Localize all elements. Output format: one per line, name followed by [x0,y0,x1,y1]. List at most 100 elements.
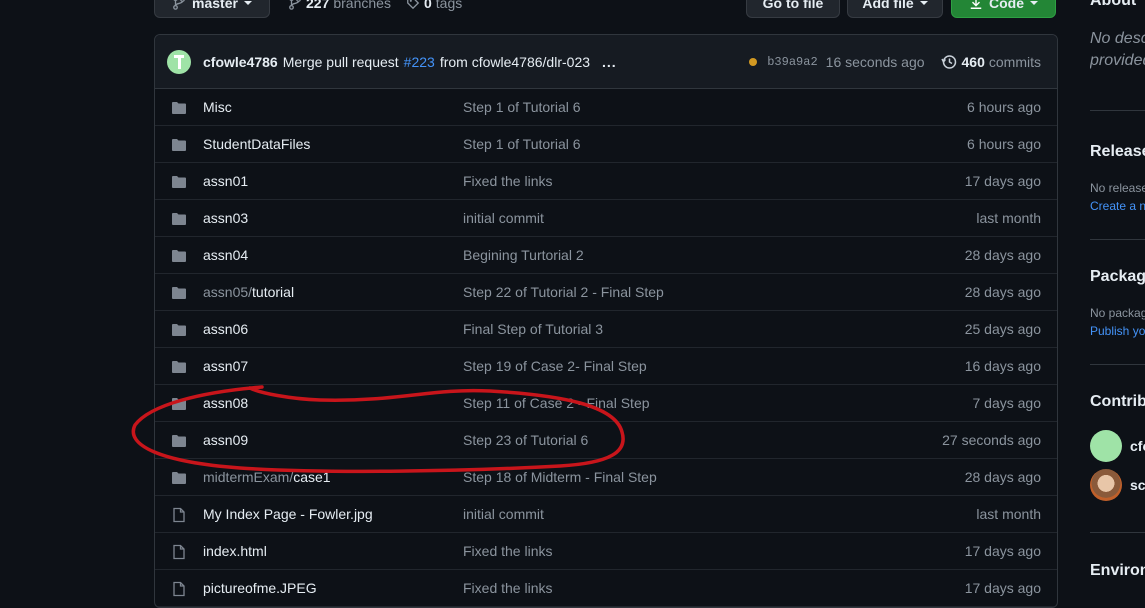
go-to-file-button[interactable]: Go to file [746,0,840,18]
file-commit-age: 6 hours ago [967,136,1041,152]
file-name[interactable]: pictureofme.JPEG [203,580,317,596]
file-name-link[interactable]: Misc [203,99,232,115]
file-name[interactable]: assn03 [203,210,248,226]
contributor-avatar[interactable] [1090,430,1122,462]
about-heading: About [1090,0,1137,9]
file-name[interactable]: index.html [203,543,267,559]
file-name-link[interactable]: assn04 [203,247,248,263]
file-commit-message[interactable]: Step 1 of Tutorial 6 [463,136,581,152]
file-row[interactable]: assn05/tutorial Step 22 of Tutorial 2 - F… [155,274,1057,311]
file-icon [171,544,187,560]
file-name-link[interactable]: assn08 [203,395,248,411]
file-row[interactable]: assn06 Final Step of Tutorial 3 25 days ag… [155,311,1057,348]
branches-link[interactable]: 227 branches [288,0,391,18]
file-commit-message[interactable]: Begining Turtorial 2 [463,247,584,263]
latest-commit-bar: cfowle4786 Merge pull request #223 from … [155,35,1057,89]
file-name-link[interactable]: assn07 [203,358,248,374]
folder-icon [171,248,187,264]
file-commit-message[interactable]: Step 19 of Case 2- Final Step [463,358,647,374]
file-commit-message[interactable]: Step 1 of Tutorial 6 [463,99,581,115]
sidebar-divider [1090,364,1145,365]
commit-sha[interactable]: b39a9a2 [767,55,817,69]
folder-icon [171,470,187,486]
file-commit-age: 17 days ago [964,580,1041,596]
file-name-link[interactable]: StudentDataFiles [203,136,310,152]
folder-icon [171,211,187,227]
contributor-name[interactable]: cfo [1130,438,1145,454]
file-name-link[interactable]: assn01 [203,173,248,189]
file-row[interactable]: Misc Step 1 of Tutorial 6 6 hours ago [155,89,1057,126]
file-commit-message[interactable]: Fixed the links [463,173,552,189]
file-row[interactable]: index.html Fixed the links 17 days ago [155,533,1057,570]
file-name[interactable]: StudentDataFiles [203,136,310,152]
author-avatar[interactable] [167,49,191,74]
commit-author[interactable]: cfowle4786 [203,54,278,70]
commits-label[interactable]: commits [989,54,1041,70]
commit-message[interactable]: Merge pull request [283,54,399,70]
file-row[interactable]: assn08 Step 11 of Case 2 - Final Step 7 da… [155,385,1057,422]
file-row[interactable]: assn07 Step 19 of Case 2- Final Step 16 da… [155,348,1057,385]
file-name-link[interactable]: midtermExam/case1 [203,469,331,485]
file-commit-message[interactable]: Step 22 of Tutorial 2 - Final Step [463,284,664,300]
file-name[interactable]: assn09 [203,432,248,448]
file-row[interactable]: assn09 Step 23 of Tutorial 6 27 seconds ag… [155,422,1057,459]
file-name-link[interactable]: assn03 [203,210,248,226]
file-commit-message[interactable]: Step 18 of Midterm - Final Step [463,469,657,485]
file-name-link[interactable]: assn05/tutorial [203,284,294,300]
releases-heading[interactable]: Release [1090,143,1145,161]
file-name-link[interactable]: pictureofme.JPEG [203,580,317,596]
tags-link[interactable]: 0 tags [406,0,462,18]
file-row[interactable]: midtermExam/case1 Step 18 of Midterm - Fi… [155,459,1057,496]
file-row[interactable]: StudentDataFiles Step 1 of Tutorial 6 6 ho… [155,126,1057,163]
pull-request-link[interactable]: #223 [404,54,435,70]
file-commit-message[interactable]: initial commit [463,506,544,522]
expand-commit-button[interactable]: ... [602,54,617,70]
file-commit-message[interactable]: Step 11 of Case 2 - Final Step [463,395,650,411]
file-row[interactable]: assn01 Fixed the links 17 days ago [155,163,1057,200]
file-name[interactable]: assn08 [203,395,248,411]
file-row[interactable]: pictureofme.JPEG Fixed the links 17 days a… [155,570,1057,607]
publish-package-link[interactable]: Publish yo [1090,324,1145,338]
file-commit-message[interactable]: Fixed the links [463,580,552,596]
file-commit-message[interactable]: Step 23 of Tutorial 6 [463,432,588,448]
file-row[interactable]: assn03 initial commit last month [155,200,1057,237]
file-name[interactable]: assn06 [203,321,248,337]
code-button[interactable]: Code [951,0,1056,18]
commits-count[interactable]: 460 [962,54,985,70]
file-path-prefix[interactable]: assn05/ [203,284,252,300]
file-name[interactable]: assn01 [203,173,248,189]
file-commit-message[interactable]: initial commit [463,210,544,226]
file-commit-message[interactable]: Fixed the links [463,543,552,559]
packages-heading[interactable]: Package [1090,268,1145,286]
create-release-link[interactable]: Create a ne [1090,199,1145,213]
file-commit-age: last month [976,506,1041,522]
file-name[interactable]: Misc [203,99,232,115]
commit-message-rest[interactable]: from cfowle4786/dlr-023 [440,54,590,70]
branch-icon [289,0,301,10]
file-name[interactable]: tutorial [252,284,294,300]
file-name-link[interactable]: assn09 [203,432,248,448]
contributors-heading[interactable]: Contrib [1090,393,1145,411]
file-commit-age: 7 days ago [972,395,1042,411]
environments-heading[interactable]: Environ [1090,562,1145,580]
repo-toolbar: master 227 branches 0 tags Go to file Ad… [0,0,1145,18]
add-file-button[interactable]: Add file [847,0,943,18]
file-name[interactable]: My Index Page - Fowler.jpg [203,506,373,522]
status-dot-icon[interactable] [749,58,758,66]
file-name-link[interactable]: assn06 [203,321,248,337]
repo-sidebar: About No desc provided Release No releas… [1090,0,1145,608]
folder-icon [171,396,187,412]
file-row[interactable]: My Index Page - Fowler.jpg initial commit… [155,496,1057,533]
contributor-name[interactable]: sco [1130,477,1145,493]
file-name[interactable]: case1 [293,469,330,485]
file-name-link[interactable]: index.html [203,543,267,559]
file-name[interactable]: assn07 [203,358,248,374]
file-row[interactable]: assn04 Begining Turtorial 2 28 days ago [155,237,1057,274]
file-commit-message[interactable]: Final Step of Tutorial 3 [463,321,603,337]
contributor-avatar[interactable] [1090,469,1122,501]
branch-select-button[interactable]: master [154,0,270,18]
file-commit-age: 25 days ago [964,321,1041,337]
file-name[interactable]: assn04 [203,247,248,263]
file-path-prefix[interactable]: midtermExam/ [203,469,293,485]
file-name-link[interactable]: My Index Page - Fowler.jpg [203,506,373,522]
